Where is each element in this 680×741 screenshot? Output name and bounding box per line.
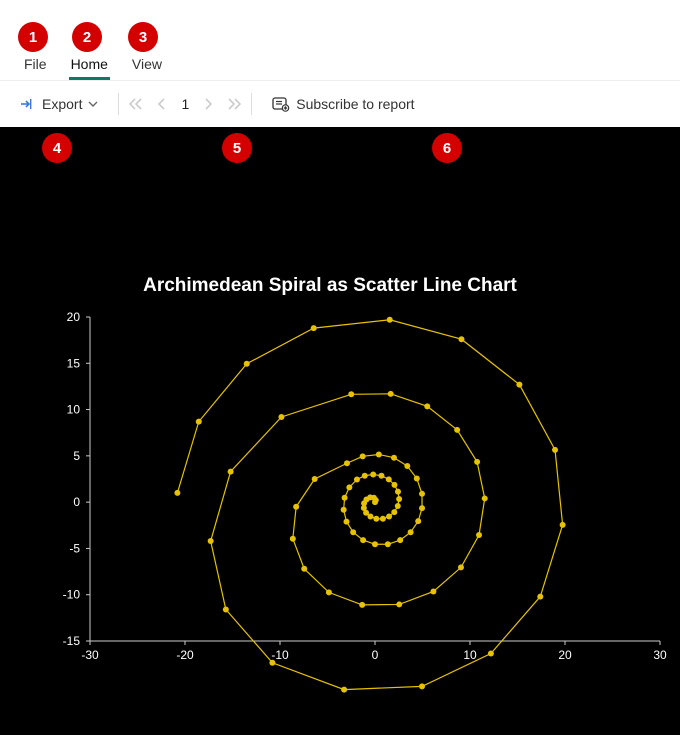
svg-text:-20: -20 <box>176 648 194 662</box>
app-tabs: File Home View <box>0 0 680 80</box>
tab-view[interactable]: View <box>120 50 174 80</box>
export-label: Export <box>42 96 82 112</box>
toolbar: Export 1 Subscribe to report <box>0 81 680 127</box>
svg-text:-5: -5 <box>69 541 80 555</box>
page-last-icon[interactable] <box>227 98 241 110</box>
svg-text:0: 0 <box>73 495 80 509</box>
svg-text:20: 20 <box>67 310 81 324</box>
separator <box>118 93 119 115</box>
page-first-icon[interactable] <box>129 98 143 110</box>
separator <box>251 93 252 115</box>
svg-text:5: 5 <box>73 449 80 463</box>
paginator: 1 <box>129 96 241 112</box>
page-prev-icon[interactable] <box>157 98 167 110</box>
chevron-down-icon <box>88 99 98 109</box>
svg-text:-30: -30 <box>81 648 99 662</box>
svg-text:10: 10 <box>463 648 477 662</box>
subscribe-button[interactable]: Subscribe to report <box>262 92 424 116</box>
tab-home[interactable]: Home <box>59 50 120 80</box>
tab-file[interactable]: File <box>12 50 59 80</box>
callout-3: 3 <box>128 22 158 52</box>
svg-text:30: 30 <box>653 648 667 662</box>
svg-text:-10: -10 <box>63 588 81 602</box>
callout-6: 6 <box>432 133 462 163</box>
callout-4: 4 <box>42 133 72 163</box>
export-icon <box>20 97 36 111</box>
svg-text:10: 10 <box>67 403 81 417</box>
svg-text:0: 0 <box>372 648 379 662</box>
svg-text:15: 15 <box>67 356 81 370</box>
svg-text:-10: -10 <box>271 648 289 662</box>
callout-2: 2 <box>72 22 102 52</box>
page-current: 1 <box>181 96 189 112</box>
callout-5: 5 <box>222 133 252 163</box>
subscribe-label: Subscribe to report <box>296 96 414 112</box>
svg-text:-15: -15 <box>63 634 81 648</box>
export-button[interactable]: Export <box>10 92 108 116</box>
svg-text:20: 20 <box>558 648 572 662</box>
subscribe-icon <box>272 96 290 112</box>
callout-1: 1 <box>18 22 48 52</box>
report-canvas: 4 5 6 Archimedean Spiral as Scatter Line… <box>0 127 680 735</box>
page-next-icon[interactable] <box>203 98 213 110</box>
scatter-chart: -15 -10 -5 0 5 10 15 20 -30 -20 -10 0 10 20 30 <box>0 127 680 735</box>
